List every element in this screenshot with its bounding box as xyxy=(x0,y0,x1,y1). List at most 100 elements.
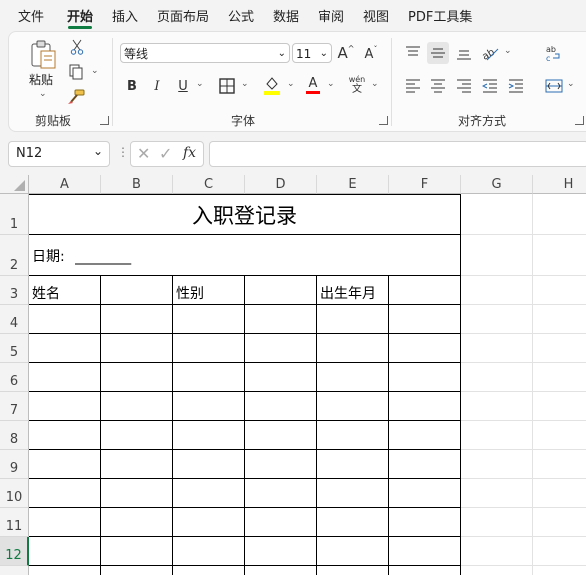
row-number: 5 xyxy=(9,345,19,360)
table-border xyxy=(460,194,461,575)
row-header-11[interactable]: 11 xyxy=(0,508,29,537)
orientation-dropdown-icon[interactable]: ⌄ xyxy=(504,46,512,56)
header-gender[interactable]: 性别 xyxy=(176,283,204,303)
clipboard-launcher-icon[interactable] xyxy=(100,116,109,125)
enter-icon[interactable]: ✓ xyxy=(159,144,172,163)
shrink-font-button[interactable]: Aˇ xyxy=(362,45,380,63)
column-header-g[interactable]: G xyxy=(461,175,533,194)
grow-font-button[interactable]: A ^ xyxy=(336,43,356,63)
cancel-icon[interactable]: ✕ xyxy=(137,144,150,163)
row-header-6[interactable]: 6 xyxy=(0,363,29,392)
svg-text:ab: ab xyxy=(481,47,497,62)
phonetic-dropdown-icon[interactable]: ⌄ xyxy=(371,79,379,89)
column-header-f[interactable]: F xyxy=(389,175,461,194)
align-left-icon[interactable] xyxy=(403,77,423,95)
bold-button[interactable]: B xyxy=(124,77,140,95)
row-header-12-selected[interactable]: 12 xyxy=(0,537,29,566)
fill-color-icon[interactable] xyxy=(262,75,282,95)
row-header-7[interactable]: 7 xyxy=(0,392,29,421)
italic-button[interactable]: I xyxy=(149,77,165,95)
menu-pdf-tools[interactable]: PDF工具集 xyxy=(408,6,472,25)
clipboard-group-label: 剪贴板 xyxy=(35,114,72,128)
merge-dropdown-icon[interactable]: ⌄ xyxy=(567,79,575,89)
menu-review[interactable]: 审阅 xyxy=(318,6,344,25)
menu-home[interactable]: 开始 xyxy=(67,6,93,25)
table-border xyxy=(388,275,389,575)
row-header-5[interactable]: 5 xyxy=(0,334,29,363)
row-header-1[interactable]: 1 xyxy=(0,194,29,235)
name-box[interactable]: N12 ⌄ xyxy=(8,141,110,167)
chevron-down-icon[interactable]: ⌄ xyxy=(320,44,328,64)
shrink-font-icon: A xyxy=(364,46,374,62)
sheet-title[interactable]: 入职登记录 xyxy=(29,200,460,230)
row-header-3[interactable]: 3 xyxy=(0,276,29,305)
align-right-icon[interactable] xyxy=(454,77,474,95)
copy-icon[interactable] xyxy=(66,63,86,81)
row-header-4[interactable]: 4 xyxy=(0,305,29,334)
align-center-icon[interactable] xyxy=(428,77,448,95)
column-header-h[interactable]: H xyxy=(533,175,586,194)
increase-indent-icon[interactable] xyxy=(506,77,526,95)
font-launcher-icon[interactable] xyxy=(379,116,388,125)
row-header-9[interactable]: 9 xyxy=(0,450,29,479)
row-header-10[interactable]: 10 xyxy=(0,479,29,508)
chevron-down-icon[interactable]: ⌄ xyxy=(93,144,103,158)
font-color-button[interactable]: A xyxy=(305,74,321,96)
copy-dropdown-icon[interactable]: ⌄ xyxy=(91,66,99,76)
row-number: 6 xyxy=(9,374,19,389)
fill-color-dropdown-icon[interactable]: ⌄ xyxy=(287,79,295,89)
chevron-down-icon[interactable]: ⌄ xyxy=(278,44,286,64)
row-number: 2 xyxy=(9,258,19,273)
paste-dropdown-icon[interactable]: ⌄ xyxy=(39,89,47,99)
phonetic-guide-icon[interactable]: wén 文 xyxy=(347,74,367,96)
table-border xyxy=(29,449,461,450)
date-label[interactable]: 日期: ________ xyxy=(32,246,131,266)
more-options-icon[interactable]: ⋮ xyxy=(117,145,129,159)
align-top-icon[interactable] xyxy=(403,43,423,63)
row-header-13[interactable] xyxy=(0,566,29,575)
font-size-box[interactable]: 11 ⌄ xyxy=(292,43,332,63)
insert-function-icon[interactable]: fx xyxy=(183,145,196,161)
paste-label[interactable]: 粘贴 xyxy=(29,71,53,88)
align-middle-icon[interactable] xyxy=(427,42,449,64)
font-color-dropdown-icon[interactable]: ⌄ xyxy=(327,79,335,89)
font-name-box[interactable]: 等线 ⌄ xyxy=(120,43,290,63)
header-name[interactable]: 姓名 xyxy=(32,283,60,303)
alignment-launcher-icon[interactable] xyxy=(575,116,584,125)
formula-input[interactable] xyxy=(209,141,586,167)
row-number: 8 xyxy=(9,432,19,447)
row-header-2[interactable]: 2 xyxy=(0,235,29,276)
row-header-8[interactable]: 8 xyxy=(0,421,29,450)
paste-icon[interactable] xyxy=(26,38,60,72)
row-number: 1 xyxy=(9,217,19,232)
menu-page-layout[interactable]: 页面布局 xyxy=(157,6,209,25)
orientation-icon[interactable]: ab xyxy=(480,42,502,64)
borders-icon[interactable] xyxy=(218,77,236,95)
underline-button[interactable]: U xyxy=(175,77,191,95)
row-number: 11 xyxy=(5,519,23,534)
wrap-text-icon[interactable]: ab c xyxy=(544,43,564,63)
menu-view[interactable]: 视图 xyxy=(363,6,389,25)
merge-cells-icon[interactable] xyxy=(543,76,565,96)
select-all-corner[interactable] xyxy=(0,175,29,194)
menu-formulas[interactable]: 公式 xyxy=(228,6,254,25)
format-painter-icon[interactable] xyxy=(66,88,86,106)
column-header-e[interactable]: E xyxy=(317,175,389,194)
decrease-indent-icon[interactable] xyxy=(480,77,500,95)
column-header-b[interactable]: B xyxy=(101,175,173,194)
column-header-c[interactable]: C xyxy=(173,175,245,194)
menu-data[interactable]: 数据 xyxy=(273,6,299,25)
font-color-icon: A xyxy=(308,76,318,91)
cut-icon[interactable] xyxy=(68,38,86,56)
table-border xyxy=(172,275,173,575)
column-header-d[interactable]: D xyxy=(245,175,317,194)
menu-file[interactable]: 文件 xyxy=(18,6,44,25)
menu-insert[interactable]: 插入 xyxy=(112,6,138,25)
align-bottom-icon[interactable] xyxy=(454,43,474,63)
underline-dropdown-icon[interactable]: ⌄ xyxy=(196,79,204,89)
row-number: 3 xyxy=(9,287,19,302)
borders-dropdown-icon[interactable]: ⌄ xyxy=(241,79,249,89)
header-birth[interactable]: 出生年月 xyxy=(320,283,376,303)
alignment-group-label: 对齐方式 xyxy=(458,114,507,128)
column-header-a[interactable]: A xyxy=(29,175,101,194)
